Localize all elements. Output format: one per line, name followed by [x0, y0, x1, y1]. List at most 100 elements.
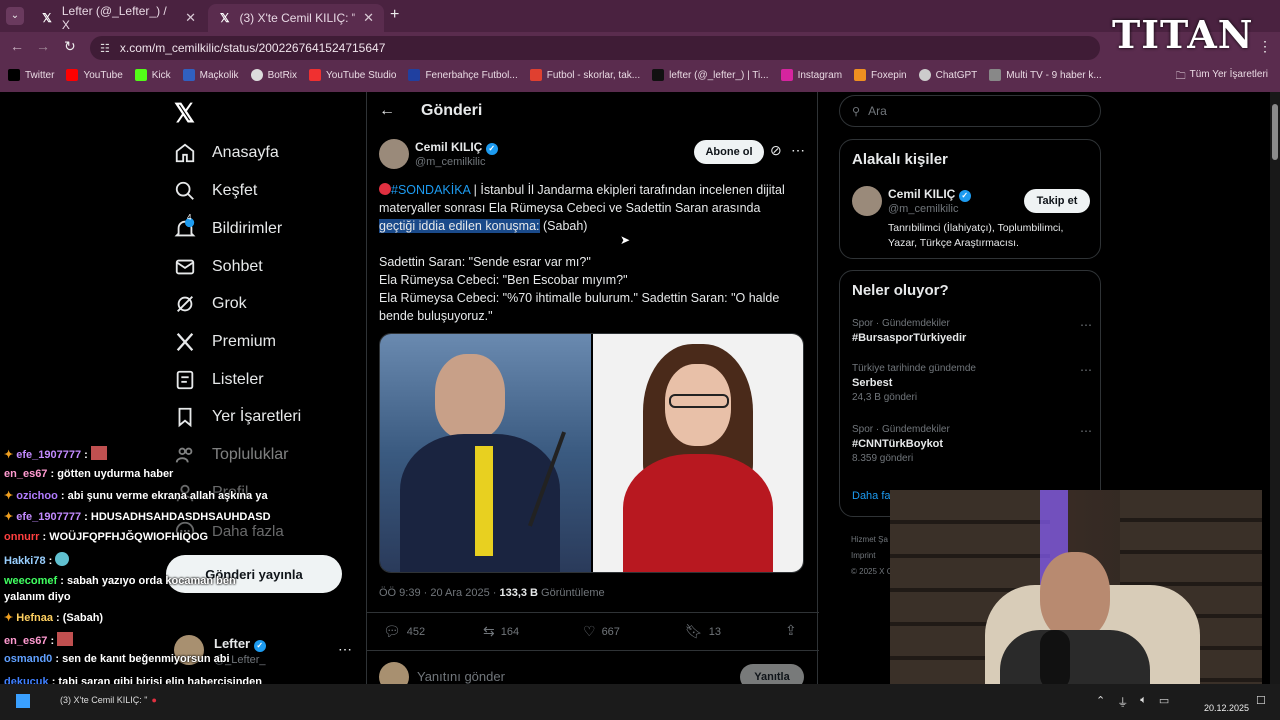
bookmark-kick[interactable]: Kick: [134, 69, 171, 81]
bookmark-futbol[interactable]: Futbol - skorlar, tak...: [529, 69, 640, 81]
bookmark-icon: 🔖︎: [685, 623, 703, 639]
close-icon[interactable]: ✕: [363, 10, 374, 26]
chat-badge-icon: ✦: [4, 511, 17, 523]
bookmark-youtube-studio[interactable]: YouTube Studio: [309, 69, 396, 81]
more-icon[interactable]: ⋯: [1080, 424, 1092, 438]
address-bar[interactable]: ☷ x.com/m_cemilkilic/status/200226764152…: [90, 36, 1100, 60]
start-icon[interactable]: [16, 694, 30, 708]
bookmark-foxepin[interactable]: Foxepin: [854, 69, 907, 81]
post-media[interactable]: [379, 333, 804, 573]
tab-title: Lefter (@_Lefter_) / X: [61, 4, 167, 32]
chat-message: ✦ efe_1907777 : HDUSADHSAHDASDHSAUHDASD: [4, 511, 271, 523]
hashtag-link[interactable]: #SONDAKİKA: [391, 183, 470, 197]
bookmark-youtube[interactable]: YouTube: [66, 69, 123, 81]
verified-icon: ✓: [485, 143, 498, 155]
foxepin-icon: [854, 69, 867, 81]
nav-grok[interactable]: Grok: [174, 293, 247, 315]
bookmark-chatgpt[interactable]: ChatGPT: [918, 69, 977, 81]
trend-item[interactable]: Spor · Gündemdekiler #CNNTürkBoykot 8.35…: [852, 424, 1092, 464]
bookmark-tiktok[interactable]: lefter (@_lefter_) | Ti...: [652, 69, 769, 81]
new-tab-button[interactable]: +: [390, 6, 399, 24]
chevron-up-icon[interactable]: ⌃: [1096, 694, 1105, 710]
network-icon[interactable]: ⏚: [1117, 694, 1128, 710]
related-bio: Tanrıbilimci (İlahiyatçı), Toplumbilimci…: [888, 222, 1064, 249]
chat-message: ✦ ozichoo : abi şunu verme ekrana allah …: [4, 490, 268, 502]
related-name[interactable]: Cemil KILIÇ ✓: [888, 187, 971, 202]
quote-line: Ela Rümeysa Cebeci: "Ben Escobar mıyım?": [379, 273, 628, 287]
chat-message: osmand0 : sen de kanıt beğenmiyorsun abi: [4, 653, 230, 665]
search-box[interactable]: ⚲ Ara: [839, 95, 1101, 127]
reply-action[interactable]: 💬︎ 452: [383, 623, 425, 640]
scrollbar-thumb[interactable]: [1272, 104, 1278, 160]
nav-bookmarks[interactable]: Yer İşaretleri: [174, 406, 301, 428]
post-text: #SONDAKİKA | İstanbul İl Jandarma ekiple…: [379, 183, 785, 233]
emote: [57, 632, 74, 646]
bookmark-botrix[interactable]: BotRix: [250, 69, 297, 81]
chat-message: Hakki78 :: [4, 552, 304, 573]
x-icon: [8, 69, 20, 81]
x-icon: 𝕏: [42, 11, 52, 25]
emote: [90, 446, 107, 460]
author-avatar[interactable]: [379, 139, 409, 169]
back-icon[interactable]: ←: [10, 38, 24, 54]
nav-premium[interactable]: Premium: [174, 331, 276, 353]
more-icon[interactable]: ⋯: [1080, 318, 1092, 332]
more-icon[interactable]: ⋯: [1080, 363, 1092, 377]
nav-home[interactable]: Anasayfa: [174, 142, 279, 164]
volume-icon[interactable]: 🔈︎: [1140, 694, 1147, 710]
bookmark-twitter[interactable]: Twitter: [8, 69, 54, 81]
more-icon[interactable]: ⋯: [338, 641, 352, 658]
follow-button[interactable]: Takip et: [1024, 189, 1090, 213]
bookmark-action[interactable]: 🔖︎ 13: [685, 623, 721, 640]
subscribe-button[interactable]: Abone ol: [694, 140, 764, 164]
scrollbar[interactable]: [1270, 92, 1280, 684]
red-circle-icon: [379, 183, 391, 195]
divider: [367, 612, 819, 613]
trend-item[interactable]: Spor · Gündemdekiler #BursasporTürkiyedi…: [852, 318, 1092, 344]
tiktok-icon: [652, 69, 665, 81]
more-icon[interactable]: ⋯: [791, 142, 805, 159]
tab-lefter[interactable]: 𝕏 Lefter (@_Lefter_) / X ✕: [30, 4, 206, 32]
site-info-icon[interactable]: ☷: [100, 42, 110, 55]
battery-icon[interactable]: ▭: [1159, 694, 1169, 710]
chat-message: en_es67 : götten uydurma haber: [4, 468, 174, 480]
bookmark-multitv[interactable]: Multi TV - 9 haber k...: [989, 69, 1102, 81]
reload-icon[interactable]: ↻: [64, 38, 76, 55]
titan-logo-text: TITAN: [1112, 12, 1254, 57]
x-logo[interactable]: 𝕏: [174, 98, 195, 129]
notification-icon[interactable]: ☐: [1256, 694, 1266, 707]
mackolik-icon: [182, 69, 195, 81]
trend-item[interactable]: Türkiye tarihinde gündemde Serbest 24,3 …: [852, 363, 1092, 403]
tab-list-button[interactable]: ⌄: [6, 7, 24, 25]
bookmark-mackolik[interactable]: Maçkolik: [182, 69, 239, 81]
search-icon: [175, 181, 194, 200]
tab-cemil[interactable]: 𝕏 (3) X'te Cemil KILIÇ: "ὓ4#SONDA ✕: [208, 4, 384, 32]
grok-icon[interactable]: ⊘: [770, 142, 782, 159]
emote: [55, 552, 70, 566]
bookmark-fenerbahce[interactable]: Fenerbahçe Futbol...: [408, 69, 518, 81]
all-bookmarks[interactable]: 🗀 Tüm Yer İşaretleri: [1176, 69, 1268, 86]
trends-title: Neler oluyor?: [852, 282, 949, 299]
forward-icon[interactable]: →: [36, 38, 50, 54]
like-action[interactable]: ♡ 667: [583, 623, 620, 640]
photo-right[interactable]: [593, 334, 803, 572]
nav-lists[interactable]: Listeler: [174, 369, 264, 391]
close-icon[interactable]: ✕: [185, 10, 196, 26]
photo-left[interactable]: [380, 334, 591, 572]
share-icon[interactable]: ⇪: [785, 622, 797, 639]
search-placeholder: Ara: [868, 104, 887, 118]
menu-icon[interactable]: ⋮: [1258, 38, 1272, 55]
back-arrow-icon[interactable]: ←: [379, 102, 395, 120]
divider: [367, 650, 819, 651]
bookmark-instagram[interactable]: Instagram: [780, 69, 842, 81]
page-title: Gönderi: [421, 102, 483, 119]
repost-action[interactable]: ⇆ 164: [483, 623, 519, 640]
reply-input[interactable]: Yanıtını gönder: [417, 669, 505, 684]
author-name[interactable]: Cemil KILIÇ ✓: [415, 140, 498, 155]
related-handle: @m_cemilkilic: [888, 203, 959, 215]
glasses: [669, 394, 729, 408]
nav-messages[interactable]: Sohbet: [174, 256, 263, 278]
nav-explore[interactable]: Keşfet: [174, 180, 257, 202]
taskbar-task[interactable]: (3) X'te Cemil KILIÇ: " ●: [60, 695, 157, 705]
related-avatar[interactable]: [852, 186, 882, 216]
